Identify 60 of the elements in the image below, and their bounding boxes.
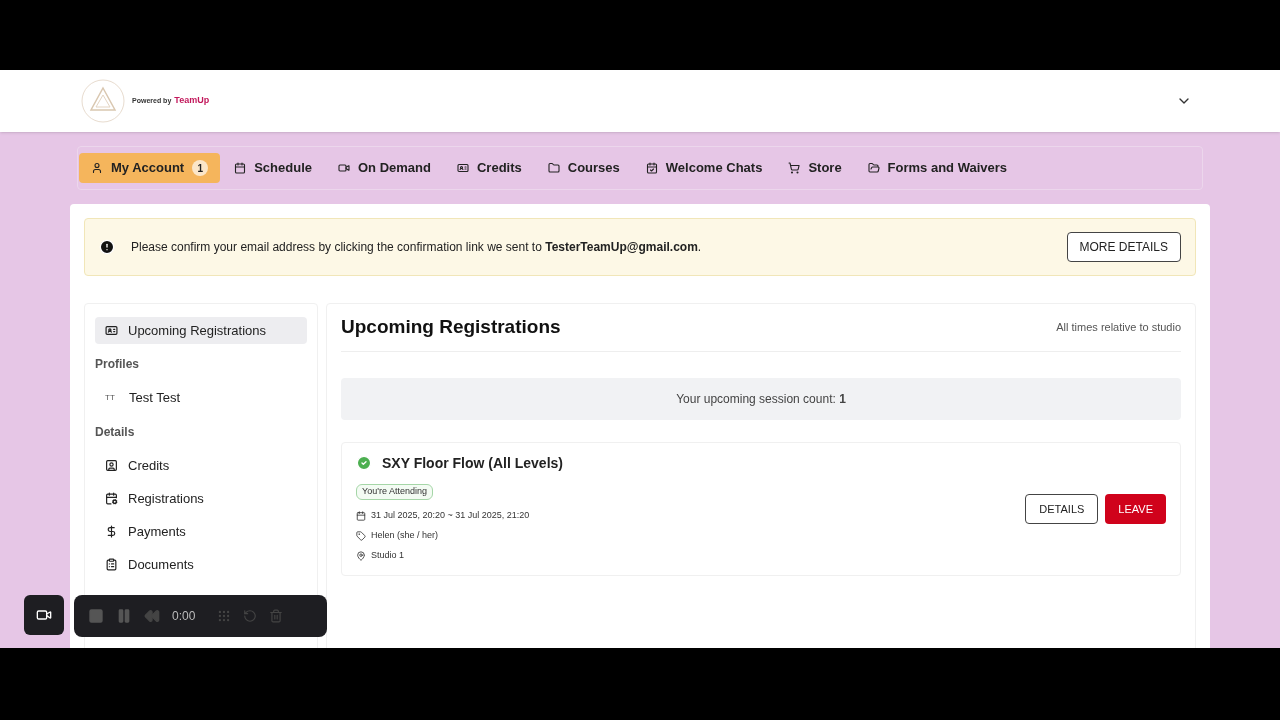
more-details-button[interactable]: MORE DETAILS	[1066, 232, 1181, 262]
dollar-icon	[105, 525, 118, 538]
folder-icon	[547, 162, 560, 174]
clipboard-icon	[105, 558, 118, 571]
id-card-icon	[105, 324, 118, 337]
studio-logo	[80, 78, 126, 124]
grid-icon[interactable]	[217, 609, 232, 623]
page-title: Upcoming Registrations	[341, 315, 561, 340]
session-location: Studio 1	[371, 548, 405, 562]
video-camera-icon	[36, 607, 52, 623]
leave-button[interactable]: LEAVE	[1105, 494, 1166, 524]
nav-tab[interactable]: Credits	[444, 153, 534, 183]
reset-icon[interactable]	[243, 609, 258, 623]
location-pin-icon	[356, 550, 366, 561]
rewind-icon[interactable]	[144, 608, 160, 624]
calendar-icon	[356, 510, 366, 521]
nav-tab[interactable]: Courses	[535, 153, 632, 183]
brand-name: TeamUp	[174, 94, 210, 108]
nav-tab[interactable]: Forms and Waivers	[855, 153, 1020, 183]
attending-status: You're Attending	[356, 483, 433, 500]
alert-message: Please confirm your email address by clicking the confirmation link we sent to TesterTeamUp@gmail.com.	[131, 239, 702, 256]
pause-icon[interactable]	[116, 608, 132, 624]
recording-time: 0:00	[172, 608, 196, 625]
cart-icon	[788, 162, 801, 174]
sidebar-item[interactable]: Upcoming Registrations	[95, 317, 307, 344]
tag-icon	[356, 530, 366, 541]
alert-icon	[99, 239, 115, 255]
stop-icon[interactable]	[88, 608, 104, 624]
camera-button[interactable]	[24, 595, 64, 635]
nav-tab[interactable]: Store	[776, 153, 854, 183]
profile-item[interactable]: TT Test Test	[95, 381, 307, 415]
session-time: 31 Jul 2025, 20:20 ~ 31 Jul 2025, 21:20	[371, 508, 530, 522]
id-card-icon	[456, 162, 469, 174]
sidebar-item[interactable]: Credits	[95, 452, 307, 479]
details-button[interactable]: DETAILS	[1025, 494, 1099, 524]
sidebar-item[interactable]: Payments	[95, 518, 307, 545]
badge-icon	[105, 459, 118, 472]
nav-tab[interactable]: Schedule	[222, 153, 324, 183]
sidebar-item[interactable]: Registrations	[95, 485, 307, 512]
session-title: SXY Floor Flow (All Levels)	[382, 453, 563, 473]
user-icon	[91, 162, 103, 174]
nav-tab[interactable]: Welcome Chats	[633, 153, 775, 183]
profile-initials: TT	[105, 392, 116, 404]
profile-name: Test Test	[129, 389, 181, 408]
session-count-banner: Your upcoming session count: 1	[341, 378, 1181, 420]
nav-tab[interactable]: My Account 1	[79, 153, 221, 183]
instructor-name: Helen (she / her)	[371, 528, 439, 542]
video-camera-icon	[338, 162, 350, 174]
check-circle-icon	[356, 455, 372, 471]
trash-icon[interactable]	[269, 609, 284, 623]
open-folder-icon	[867, 162, 880, 174]
calendar-check-icon	[645, 162, 658, 174]
nav-tab[interactable]: On Demand	[326, 153, 443, 183]
notification-count: 1	[192, 160, 209, 176]
calendar-icon	[105, 492, 118, 505]
timezone-note: All times relative to studio	[1056, 320, 1181, 336]
section-heading: Details	[95, 424, 136, 441]
calendar-icon	[234, 162, 247, 174]
section-heading: Profiles	[95, 356, 140, 373]
sidebar-item[interactable]: Documents	[95, 551, 307, 578]
